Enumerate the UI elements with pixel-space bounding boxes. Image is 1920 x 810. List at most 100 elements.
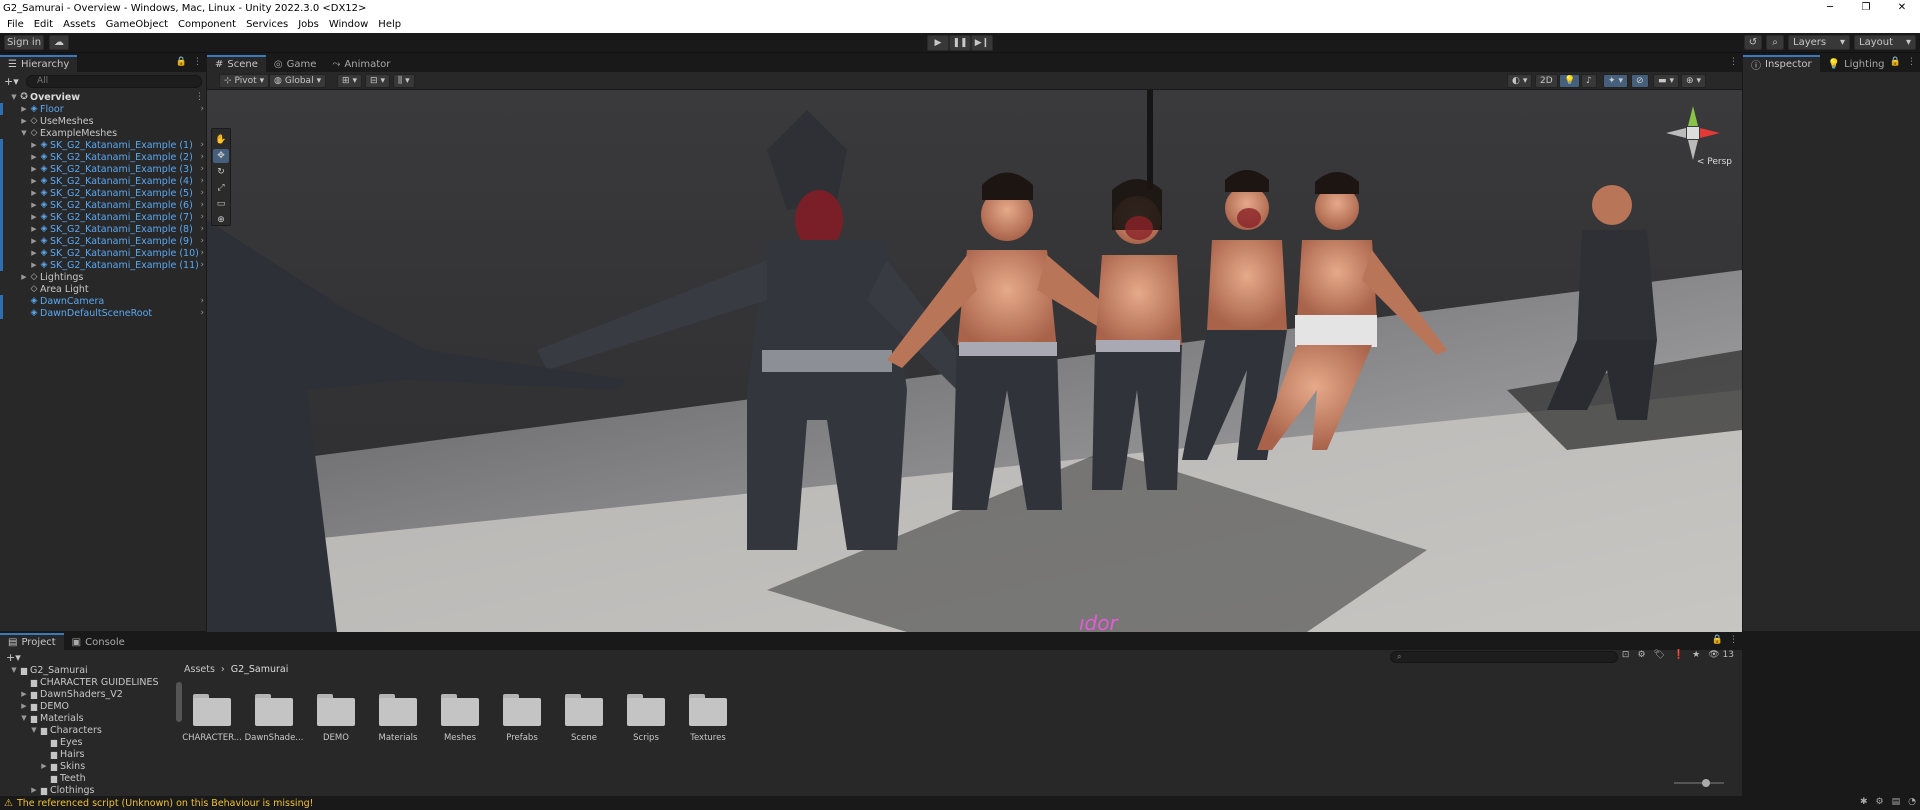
expand-arrow-icon[interactable]: ▶ xyxy=(30,189,38,197)
scale-tool-icon[interactable]: ⤢ xyxy=(213,181,229,195)
hierarchy-item[interactable]: ◇ Area Light xyxy=(0,283,206,295)
scene-viewport[interactable]: ıdor ✋ ✥ ↻ ⤢ ▭ ⊕ < Persp xyxy=(207,90,1742,632)
hierarchy-item[interactable]: ▶ ◈ Floor › xyxy=(0,103,206,115)
expand-arrow-icon[interactable]: ▼ xyxy=(20,714,28,722)
rect-tool-icon[interactable]: ▭ xyxy=(213,197,229,211)
expand-arrow-icon[interactable]: ▼ xyxy=(10,666,18,674)
expand-arrow-icon[interactable]: ▶ xyxy=(30,153,38,161)
hierarchy-item[interactable]: ▶ ◈ SK_G2_Katanami_Example (5) › xyxy=(0,187,206,199)
step-button[interactable]: ▶❙ xyxy=(971,35,993,51)
hierarchy-item[interactable]: ▶ ◇ UseMeshes xyxy=(0,115,206,127)
cloud-icon[interactable]: ☁ xyxy=(49,35,69,50)
hierarchy-item[interactable]: ▶ ◈ SK_G2_Katanami_Example (6) › xyxy=(0,199,206,211)
perspective-label[interactable]: < Persp xyxy=(1697,157,1732,167)
project-tree-item[interactable]: ▶ ▆ Skins xyxy=(0,760,180,772)
progress-icon[interactable]: ⚙ xyxy=(1876,797,1884,807)
chevron-right-icon[interactable]: › xyxy=(200,248,204,258)
tab-project[interactable]: ▤ Project xyxy=(0,633,64,650)
asset-folder[interactable]: Meshes xyxy=(438,694,482,743)
expand-arrow-icon[interactable]: ▶ xyxy=(20,105,28,113)
global-toggle[interactable]: ◍ Global ▾ xyxy=(269,74,327,88)
expand-arrow-icon[interactable]: ▶ xyxy=(20,117,28,125)
project-tree-item[interactable]: ▆ Teeth xyxy=(0,772,180,784)
tab-inspector[interactable]: ⓘ Inspector xyxy=(1743,55,1820,72)
lock-icon[interactable]: 🔒 xyxy=(1712,635,1723,645)
close-button[interactable]: ✕ xyxy=(1884,0,1920,16)
rotate-tool-icon[interactable]: ↻ xyxy=(213,165,229,179)
menu-services[interactable]: Services xyxy=(241,19,293,30)
status-message[interactable]: The referenced script (Unknown) on this … xyxy=(17,798,313,809)
hierarchy-item[interactable]: ▶ ◈ SK_G2_Katanami_Example (9) › xyxy=(0,235,206,247)
pause-button[interactable]: ❚❚ xyxy=(949,35,971,51)
expand-arrow-icon[interactable]: ▶ xyxy=(30,141,38,149)
asset-folder[interactable]: Scene xyxy=(562,694,606,743)
chevron-right-icon[interactable]: › xyxy=(200,104,204,114)
menu-edit[interactable]: Edit xyxy=(29,19,58,30)
cache-icon[interactable]: ▤ xyxy=(1892,797,1901,807)
expand-arrow-icon[interactable]: ▼ xyxy=(10,93,18,101)
label-icon[interactable]: 🏷 xyxy=(1654,650,1665,660)
audio-toggle[interactable]: ♪ xyxy=(1581,74,1597,88)
expand-arrow-icon[interactable]: ▶ xyxy=(40,762,48,770)
breadcrumb-assets[interactable]: Assets xyxy=(184,664,215,675)
chevron-right-icon[interactable]: › xyxy=(200,224,204,234)
project-search-input[interactable]: ⌕ xyxy=(1390,651,1618,663)
asset-folder[interactable]: Prefabs xyxy=(500,694,544,743)
kebab-menu-icon[interactable]: ⋮ xyxy=(1729,57,1738,67)
hierarchy-item[interactable]: ▶ ◈ SK_G2_Katanami_Example (8) › xyxy=(0,223,206,235)
asset-folder[interactable]: Scrips xyxy=(624,694,668,743)
debug-icon[interactable]: ✱ xyxy=(1860,797,1868,807)
asset-folder[interactable]: Textures xyxy=(686,694,730,743)
expand-arrow-icon[interactable]: ▶ xyxy=(30,237,38,245)
project-tree-scrollbar[interactable] xyxy=(176,672,182,792)
tab-console[interactable]: ▣ Console xyxy=(63,633,133,650)
gizmos-button[interactable]: ⊕ ▾ xyxy=(1681,74,1707,88)
expand-arrow-icon[interactable]: ▼ xyxy=(30,726,38,734)
expand-arrow-icon[interactable]: ▶ xyxy=(30,165,38,173)
menu-assets[interactable]: Assets xyxy=(58,19,101,30)
tab-game[interactable]: ◎ Game xyxy=(265,55,325,72)
menu-window[interactable]: Window xyxy=(324,19,373,30)
expand-arrow-icon[interactable]: ▶ xyxy=(30,225,38,233)
search-icon[interactable]: ⌕ xyxy=(1766,35,1784,50)
expand-arrow-icon[interactable]: ▶ xyxy=(20,273,28,281)
lock-icon[interactable]: 🔒 xyxy=(176,57,187,67)
hierarchy-item[interactable]: ▶ ◈ SK_G2_Katanami_Example (11) › xyxy=(0,259,206,271)
expand-arrow-icon[interactable]: ▶ xyxy=(30,177,38,185)
lighting-toggle[interactable]: 💡 xyxy=(1559,74,1581,88)
menu-file[interactable]: File xyxy=(2,19,29,30)
draw-mode-button[interactable]: ◐ ▾ xyxy=(1507,74,1533,88)
hidden-objects-toggle[interactable]: ⊘ xyxy=(1631,74,1649,88)
project-tree-item[interactable]: ▶ ▆ Clothings xyxy=(0,784,180,796)
expand-arrow-icon[interactable]: ▶ xyxy=(30,249,38,257)
tab-hierarchy[interactable]: ☰ Hierarchy xyxy=(0,55,78,72)
view-2d-toggle[interactable]: 2D xyxy=(1535,74,1558,88)
hierarchy-item[interactable]: ◈ DawnCamera › xyxy=(0,295,206,307)
chevron-right-icon[interactable]: › xyxy=(200,140,204,150)
move-tool-icon[interactable]: ✥ xyxy=(213,149,229,163)
sign-in-button[interactable]: Sign in xyxy=(4,35,44,50)
expand-arrow-icon[interactable]: ▶ xyxy=(30,213,38,221)
snap-increment-button[interactable]: ⊟ ▾ xyxy=(365,74,391,88)
expand-arrow-icon[interactable]: ▶ xyxy=(20,702,28,710)
hierarchy-item[interactable]: ▶ ◈ SK_G2_Katanami_Example (3) › xyxy=(0,163,206,175)
effects-toggle[interactable]: ✦ ▾ xyxy=(1603,74,1629,88)
add-asset-button[interactable]: +▾ xyxy=(0,651,21,664)
layers-dropdown[interactable]: Layers ▾ xyxy=(1788,35,1850,50)
hierarchy-item[interactable]: ▶ ◈ SK_G2_Katanami_Example (10) › xyxy=(0,247,206,259)
menu-help[interactable]: Help xyxy=(373,19,406,30)
breadcrumb-g2-samurai[interactable]: G2_Samurai xyxy=(231,664,289,675)
hierarchy-item[interactable]: ▶ ◇ Lightings xyxy=(0,271,206,283)
alert-icon[interactable]: ❗ xyxy=(1673,650,1684,660)
project-tree-item[interactable]: ▼ ▆ G2_Samurai xyxy=(0,664,180,676)
align-button[interactable]: ⫼ ▾ xyxy=(393,74,415,88)
hierarchy-item[interactable]: ▶ ◈ SK_G2_Katanami_Example (2) › xyxy=(0,151,206,163)
minimize-button[interactable]: ─ xyxy=(1812,0,1848,16)
chevron-right-icon[interactable]: › xyxy=(200,200,204,210)
tab-animator[interactable]: ⤳ Animator xyxy=(324,55,399,72)
hand-tool-icon[interactable]: ✋ xyxy=(213,133,229,147)
pivot-toggle[interactable]: ⊹ Pivot ▾ xyxy=(219,74,270,88)
filter-type-icon[interactable]: ⚙ xyxy=(1637,650,1645,660)
transform-tool-icon[interactable]: ⊕ xyxy=(213,213,229,227)
project-tree-item[interactable]: ▶ ▆ DawnShaders_V2 xyxy=(0,688,180,700)
